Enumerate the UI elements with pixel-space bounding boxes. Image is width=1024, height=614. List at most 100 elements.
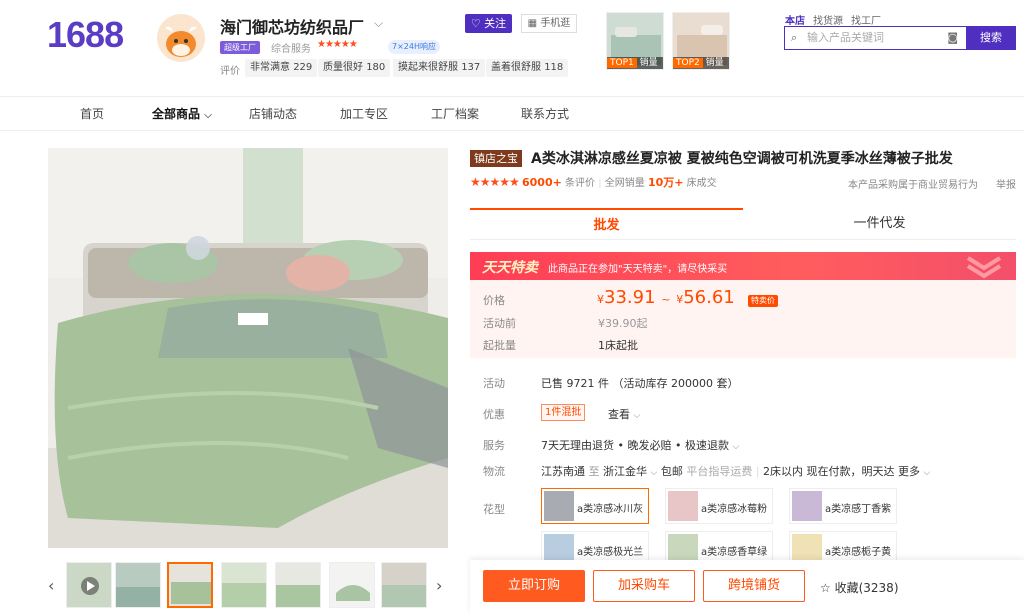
chevron-left-icon[interactable]: ‹ <box>48 576 54 595</box>
rating-tag-text: 质量很好 <box>323 62 363 73</box>
product-meta: ★★★★★ 6000+ 条评价 | 全网销量 10万+ 床成交 <box>470 175 717 189</box>
title-badge: 镇店之宝 <box>470 150 522 167</box>
service-label: 综合服务 <box>271 44 311 55</box>
product-image <box>67 563 111 607</box>
variant-option[interactable]: a类凉感冰川灰 <box>541 488 649 524</box>
variant-option[interactable]: a类凉感冰莓粉 <box>665 488 773 524</box>
nav-home[interactable]: 首页 <box>80 105 104 122</box>
nav-shop-news[interactable]: 店铺动态 <box>249 105 297 122</box>
add-cart-button[interactable]: 加采购车 <box>593 570 695 602</box>
main-product-image[interactable] <box>48 148 448 548</box>
video-thumbnail[interactable] <box>66 562 112 608</box>
nav-processing[interactable]: 加工专区 <box>340 105 388 122</box>
star-icon: ☆ <box>820 581 831 595</box>
ship-to[interactable]: 浙江金华 ⌵ <box>603 465 657 478</box>
service-value[interactable]: 7天无理由退货 • 晚发必赔 • 极速退款 ⌵ <box>541 437 739 453</box>
factory-badge: 超级工厂 <box>220 41 260 54</box>
sales-label: 全网销量 <box>604 178 645 189</box>
rating-tag[interactable]: 摸起来很舒服 137 <box>393 59 486 77</box>
sales-unit: 床成交 <box>686 178 717 189</box>
mobile-label: 手机逛 <box>540 18 571 29</box>
rating-tag-text: 非常满意 <box>250 62 290 73</box>
thumbnail[interactable] <box>329 562 375 608</box>
ship-to-word: 至 <box>588 465 600 478</box>
discount-view-button[interactable]: 查看 ⌵ <box>608 406 640 422</box>
price-panel <box>470 280 1016 358</box>
search-icon: ⌕ <box>791 31 798 44</box>
chevron-down-icon: ⌵ <box>923 468 931 478</box>
shop-nav: 首页 全部商品 ⌵ 店铺动态 加工专区 工厂档案 联系方式 <box>0 96 1024 131</box>
nav-contact[interactable]: 联系方式 <box>521 105 569 122</box>
shipping-fee-note: 平台指导运费 <box>686 465 753 478</box>
thumbnail[interactable] <box>275 562 321 608</box>
variant-name: a类凉感极光兰 <box>577 547 644 558</box>
rating-tag-text: 摸起来很舒服 <box>398 62 458 73</box>
chevron-down-icon: ⌵ <box>732 442 740 452</box>
chevron-right-icon[interactable]: › <box>436 576 442 595</box>
product-image <box>276 563 320 607</box>
thumbnail[interactable] <box>381 562 427 608</box>
report-link[interactable]: 举报 <box>996 176 1016 191</box>
promo-banner: 天天特卖 此商品正在参加"天天特卖"，请尽快采买 <box>470 252 1016 280</box>
tab-dropship[interactable]: 一件代发 <box>743 208 1016 240</box>
favorite-button[interactable]: ☆ 收藏(3238) <box>820 579 899 596</box>
activity-label: 活动 <box>483 377 505 390</box>
mobile-view-button[interactable]: ▦ 手机逛 <box>521 14 577 33</box>
ship-from: 江苏南通 <box>541 465 585 478</box>
search-input[interactable]: ⌕ 输入产品关键词 ◙ <box>784 26 966 50</box>
variant-name: a类凉感丁香紫 <box>825 504 892 515</box>
response-badge: 7×24H响应 <box>388 40 440 54</box>
thumbnail[interactable] <box>221 562 267 608</box>
camera-icon[interactable]: ◙ <box>947 27 958 49</box>
rating-tag[interactable]: 非常满意 229 <box>245 59 318 77</box>
buy-now-button[interactable]: 立即订购 <box>483 570 585 602</box>
thumbnail[interactable] <box>115 562 161 608</box>
review-count[interactable]: 6000+ <box>522 176 562 189</box>
activity-value: 已售 9721 件 （活动库存 200000 套） <box>541 377 739 390</box>
price-low: 33.91 <box>604 287 656 308</box>
chevron-down-icon: ⌵ <box>633 411 641 421</box>
variant-name: a类凉感冰川灰 <box>577 504 644 515</box>
more-label: 更多 <box>898 465 921 478</box>
variant-name: a类凉感冰莓粉 <box>701 504 768 515</box>
promo-text: 此商品正在参加"天天特卖"，请尽快采买 <box>548 264 728 275</box>
top-rank-tag: TOP2 销量 <box>673 57 729 69</box>
nav-label: 全部商品 <box>152 107 201 121</box>
nav-factory-profile[interactable]: 工厂档案 <box>431 105 479 122</box>
logistics-value: 江苏南通 至 浙江金华 ⌵ 包邮 平台指导运费 | 2床以内 现在付款，明天达 … <box>541 465 931 478</box>
sale-price-tag: 特卖价 <box>748 295 778 307</box>
rating-tag[interactable]: 盖着很舒服 118 <box>486 59 569 77</box>
follow-button[interactable]: ♡ 关注 <box>465 14 512 33</box>
search-button[interactable]: 搜索 <box>966 26 1016 50</box>
product-image <box>382 563 426 607</box>
chevrons-down-icon <box>966 256 1002 278</box>
review-unit: 条评价 <box>565 178 596 189</box>
logistics-more[interactable]: 更多 ⌵ <box>898 465 930 478</box>
cross-border-button[interactable]: 跨境铺货 <box>703 570 805 602</box>
top-product-thumb[interactable]: TOP1 销量 <box>606 12 664 70</box>
price-label: 价格 <box>483 294 505 307</box>
variant-option[interactable]: a类凉感丁香紫 <box>789 488 897 524</box>
promo-title: 天天特卖 <box>482 260 538 276</box>
site-logo[interactable]: 1688 <box>47 14 124 56</box>
tab-wholesale[interactable]: 批发 <box>470 208 743 240</box>
purchase-mode-tabs: 批发 一件代发 <box>470 208 1016 240</box>
rating-tag-text: 盖着很舒服 <box>491 62 541 73</box>
price-separator: ~ <box>661 293 671 306</box>
discount-tag: 1件混批 <box>541 404 586 421</box>
ship-to-city: 浙江金华 <box>603 465 647 478</box>
thumbnail[interactable] <box>167 562 213 608</box>
rating-tag-count: 137 <box>461 62 481 73</box>
rating-tag[interactable]: 质量很好 180 <box>318 59 391 77</box>
nav-all-products[interactable]: 全部商品 ⌵ <box>152 105 212 122</box>
search-placeholder: 输入产品关键词 <box>807 31 884 44</box>
service-text: 7天无理由退货 • 晚发必赔 • 极速退款 <box>541 439 729 452</box>
shop-avatar[interactable] <box>157 14 205 62</box>
chevron-down-icon[interactable]: ⌵ <box>374 16 383 31</box>
before-price: ¥39.90起 <box>598 317 648 330</box>
top-rank-tag: TOP1 销量 <box>607 57 663 69</box>
currency-symbol: ¥ <box>597 293 604 306</box>
moq-value: 1床起批 <box>598 339 638 352</box>
top-product-thumb[interactable]: TOP2 销量 <box>672 12 730 70</box>
shop-name[interactable]: 海门御芯坊纺织品厂 <box>220 14 364 38</box>
